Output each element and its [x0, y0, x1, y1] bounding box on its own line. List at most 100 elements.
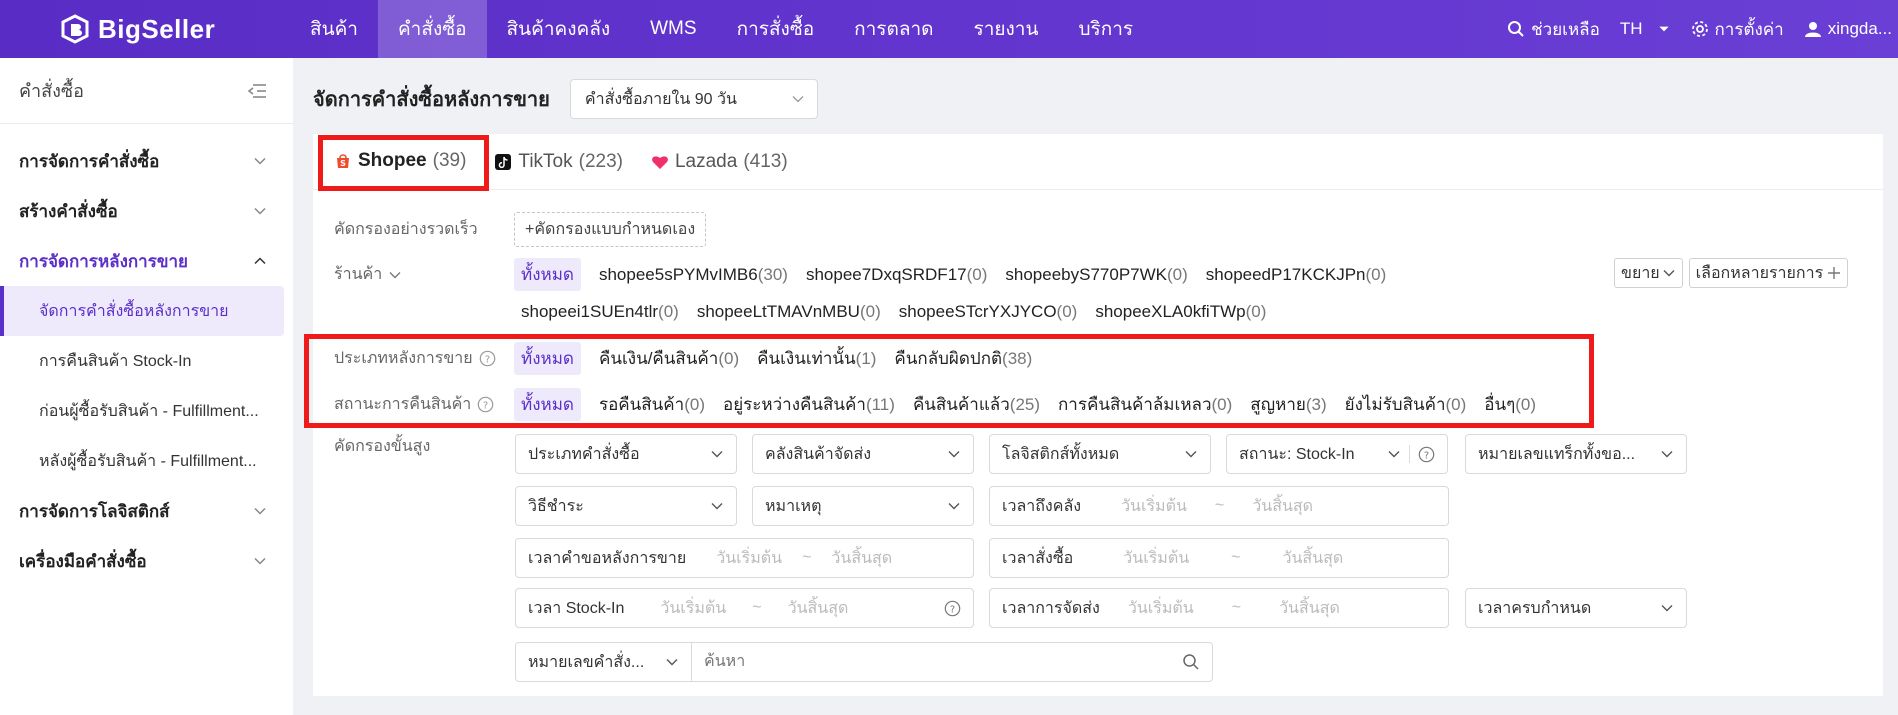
chevron-down-icon	[948, 503, 960, 510]
store-chip[interactable]: shopee7DxqSRDF17(0)	[806, 265, 987, 285]
request-time-label: เวลาคำขอหลังการขาย	[528, 549, 687, 567]
ship-time-range[interactable]: เวลาการจัดส่ง วันเริ่มต้น ~ วันสิ้นสุด	[989, 588, 1449, 628]
nav-wms[interactable]: WMS	[630, 0, 716, 58]
sidebar-subitem-return-stock-in[interactable]: การคืนสินค้า Stock-In	[0, 336, 284, 386]
sidebar-item-order-tools[interactable]: เครื่องมือคำสั่งซื้อ	[0, 536, 293, 586]
store-name: shopeedP17KCKJPn	[1205, 264, 1366, 284]
status-chip[interactable]: ยังไม่รับสินค้า(0)	[1345, 391, 1467, 418]
payment-method-select[interactable]: วิธีชำระ	[515, 486, 737, 526]
help-circle-icon[interactable]: ?	[1418, 446, 1435, 463]
date-range: วันเริ่มต้น ~ วันสิ้นสุด	[1128, 596, 1340, 621]
logistics-select[interactable]: โลจิสติกส์ทั้งหมด	[989, 434, 1211, 474]
nav-products[interactable]: สินค้า	[290, 0, 378, 58]
user-menu[interactable]: xingda...	[1804, 19, 1892, 39]
start-date-placeholder: วันเริ่มต้น	[1121, 497, 1187, 515]
divider	[1409, 445, 1410, 463]
store-chip[interactable]: shopeei1SUEn4tlr(0)	[521, 302, 679, 322]
status-chip[interactable]: รอคืนสินค้า(0)	[599, 391, 705, 418]
sidebar-item-order-management[interactable]: การจัดการคำสั่งซื้อ	[0, 136, 293, 186]
sidebar: คำสั่งซื้อ การจัดการคำสั่งซื้อ สร้างคำสั…	[0, 58, 293, 715]
help-circle-icon[interactable]: ?	[944, 600, 961, 617]
nav-purchase[interactable]: การสั่งซื้อ	[717, 0, 835, 58]
order-time-range[interactable]: เวลาสั่งซื้อ วันเริ่มต้น ~ วันสิ้นสุด	[989, 538, 1449, 578]
tab-lazada[interactable]: Lazada (413)	[637, 134, 802, 190]
order-type-select[interactable]: ประเภทคำสั่งซื้อ	[515, 434, 737, 474]
store-chip-all[interactable]: ทั้งหมด	[514, 258, 581, 291]
status-chip[interactable]: อยู่ระหว่างคืนสินค้า(11)	[723, 391, 895, 418]
store-actions: ขยาย เลือกหลายรายการ	[1614, 258, 1849, 288]
chip-name: ยังไม่รับสินค้า	[1344, 395, 1446, 414]
tracking-select[interactable]: หมายเลขแทร็กทั้งขอ...	[1465, 434, 1687, 474]
status-chip[interactable]: คืนสินค้าแล้ว(25)	[913, 391, 1040, 418]
end-date-placeholder: วันสิ้นสุด	[1279, 599, 1340, 617]
help-circle-icon[interactable]: ?	[479, 350, 496, 367]
nav-reports[interactable]: รายงาน	[954, 0, 1059, 58]
tab-tiktok[interactable]: TikTok (223)	[480, 134, 637, 190]
search-icon[interactable]	[1182, 653, 1200, 671]
due-time-select[interactable]: เวลาครบกำหนด	[1465, 588, 1687, 628]
language-select[interactable]: TH	[1620, 19, 1671, 39]
store-chip[interactable]: shopeeSTcrYXJYCO(0)	[899, 302, 1078, 322]
aftersale-chip[interactable]: คืนกลับผิดปกติ(38)	[894, 345, 1032, 372]
collapse-menu-icon[interactable]	[247, 83, 267, 99]
help-link[interactable]: ช่วยเหลือ	[1507, 16, 1600, 43]
sidebar-item-after-sales[interactable]: การจัดการหลังการขาย	[0, 236, 293, 286]
sidebar-subitem-after-receive[interactable]: หลังผู้ซื้อรับสินค้า - Fulfillment...	[0, 436, 284, 486]
tracking-value: หมายเลขแทร็กทั้งขอ...	[1478, 445, 1636, 463]
chip-count: (25)	[1009, 395, 1041, 414]
help-circle-icon[interactable]: ?	[477, 396, 494, 413]
add-custom-filter-button[interactable]: +คัดกรองแบบกำหนดเอง	[514, 212, 707, 247]
chevron-down-icon	[389, 271, 401, 278]
status-chip[interactable]: สูญหาย(3)	[1250, 391, 1326, 418]
chevron-up-icon	[254, 257, 266, 265]
sidebar-item-create-order[interactable]: สร้างคำสั่งซื้อ	[0, 186, 293, 236]
nav-inventory[interactable]: สินค้าคงคลัง	[487, 0, 631, 58]
start-date-placeholder: วันเริ่มต้น	[1123, 549, 1190, 567]
store-filter-label[interactable]: ร้านค้า	[334, 262, 514, 287]
chevron-down-icon	[948, 451, 960, 458]
settings-link[interactable]: การตั้งค่า	[1691, 16, 1784, 43]
period-select[interactable]: คำสั่งซื้อภายใน 90 วัน	[569, 79, 818, 119]
store-chip[interactable]: shopeedP17KCKJPn(0)	[1206, 265, 1387, 285]
aftersale-chip-all[interactable]: ทั้งหมด	[514, 342, 581, 375]
nav-marketing[interactable]: การตลาด	[834, 0, 953, 58]
stockin-time-range[interactable]: เวลา Stock-In วันเริ่มต้น ~ วันสิ้นสุด ?	[515, 588, 974, 628]
store-chip[interactable]: shopeeXLA0kfiTWp(0)	[1095, 302, 1266, 322]
sidebar-item-logistics[interactable]: การจัดการโลจิสติกส์	[0, 486, 293, 536]
warehouse-select[interactable]: คลังสินค้าจัดส่ง	[752, 434, 974, 474]
return-status-row: สถานะการคืนสินค้า ? ทั้งหมด รอคืนสินค้า(…	[334, 388, 1536, 421]
nav-services[interactable]: บริการ	[1058, 0, 1153, 58]
chip-count: (38)	[1002, 349, 1033, 368]
tab-shopee[interactable]: S Shopee (39)	[320, 134, 481, 190]
reason-select[interactable]: หมาเหตุ	[752, 486, 974, 526]
sidebar-subitem-manage-after-sales[interactable]: จัดการคำสั่งซื้อหลังการขาย	[0, 286, 284, 336]
aftersale-chip[interactable]: คืนเงินเท่านั้น(1)	[757, 345, 876, 372]
status-chip-all[interactable]: ทั้งหมด	[514, 388, 581, 421]
sidebar-subitem-before-receive[interactable]: ก่อนผู้ซื้อรับสินค้า - Fulfillment...	[0, 386, 284, 436]
arrive-time-range[interactable]: เวลาถึงคลัง วันเริ่มต้น ~ วันสิ้นสุด	[989, 486, 1449, 526]
sidebar-header: คำสั่งซื้อ	[0, 58, 293, 124]
store-count: (0)	[1167, 264, 1188, 284]
chip-count: (3)	[1305, 395, 1327, 414]
nav-orders[interactable]: คำสั่งซื้อ	[377, 0, 487, 58]
sidebar-item-label: สร้างคำสั่งซื้อ	[19, 201, 118, 221]
search-type-select[interactable]: หมายเลขคำสั่ง...	[516, 643, 692, 681]
chip-name: คืนสินค้าแล้ว	[912, 395, 1010, 414]
expand-button[interactable]: ขยาย	[1614, 258, 1683, 288]
status-chip[interactable]: การคืนสินค้าล้มเหลว(0)	[1058, 391, 1232, 418]
store-filter-row: ร้านค้า ทั้งหมด shopee5sPYMvIMB6(30) sho…	[334, 258, 1386, 291]
chip-name: อยู่ระหว่างคืนสินค้า	[723, 395, 866, 414]
status-chip[interactable]: อื่นๆ(0)	[1484, 391, 1536, 418]
request-time-range[interactable]: เวลาคำขอหลังการขาย วันเริ่มต้น ~ วันสิ้น…	[515, 538, 974, 578]
store-chip[interactable]: shopeebyS770P7WK(0)	[1005, 265, 1187, 285]
date-range: วันเริ่มต้น ~ วันสิ้นสุด	[1121, 494, 1313, 519]
store-chips: ทั้งหมด shopee5sPYMvIMB6(30) shopee7DxqS…	[514, 258, 1386, 291]
search-input[interactable]	[692, 644, 1182, 680]
multi-select-button[interactable]: เลือกหลายรายการ	[1688, 258, 1849, 288]
stockin-status-select[interactable]: สถานะ: Stock-In ?	[1226, 434, 1448, 474]
logo[interactable]: BigSeller	[60, 14, 290, 45]
store-chip[interactable]: shopeeLtTMAVnMBU(0)	[697, 302, 881, 322]
aftersale-chip[interactable]: คืนเงิน/คืนสินค้า(0)	[599, 345, 739, 372]
store-chip[interactable]: shopee5sPYMvIMB6(30)	[599, 265, 788, 285]
end-date-placeholder: วันสิ้นสุด	[831, 549, 893, 567]
